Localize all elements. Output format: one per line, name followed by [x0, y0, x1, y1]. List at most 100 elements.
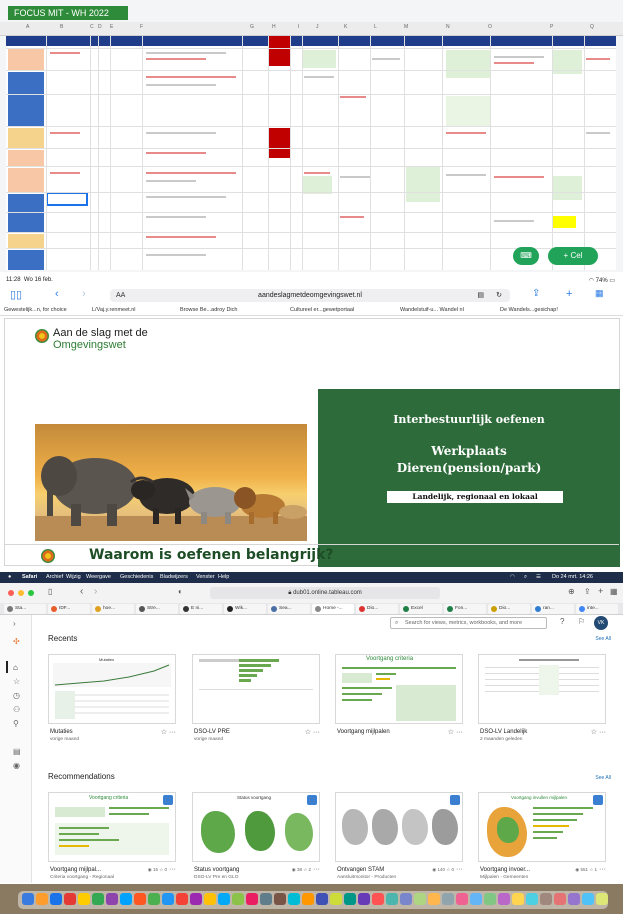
dock-app-icon[interactable]: [246, 893, 258, 905]
dock-app-icon[interactable]: [162, 893, 174, 905]
browser-tab[interactable]: hoe...: [92, 604, 134, 614]
recent-thumbnail[interactable]: Mutaties: [48, 654, 176, 724]
explore-icon[interactable]: ◉: [13, 761, 20, 770]
column-header-e[interactable]: E: [110, 24, 113, 30]
recommendations-icon[interactable]: ⚲: [13, 719, 19, 728]
tableau-logo-icon[interactable]: ✣: [13, 637, 20, 646]
app-menu[interactable]: Safari: [22, 574, 37, 580]
favorite-star-icon[interactable]: ☆: [305, 729, 311, 736]
more-options-icon[interactable]: ···: [169, 729, 176, 736]
recent-thumbnail[interactable]: [478, 654, 606, 724]
more-options-icon[interactable]: ···: [599, 729, 606, 736]
maximize-window-icon[interactable]: [28, 590, 34, 596]
browser-tab[interactable]: Fon...: [444, 604, 486, 614]
back-icon[interactable]: ‹: [55, 288, 59, 300]
menu-venster[interactable]: Venster: [196, 574, 215, 580]
back-icon[interactable]: ‹: [80, 586, 83, 597]
dock-app-icon[interactable]: [302, 893, 314, 905]
dock-app-icon[interactable]: [442, 893, 454, 905]
dock-app-icon[interactable]: [190, 893, 202, 905]
dock-app-icon[interactable]: [456, 893, 468, 905]
favorites-icon[interactable]: ☆: [13, 677, 20, 686]
home-icon[interactable]: ⌂: [13, 663, 18, 672]
dock-app-icon[interactable]: [512, 893, 524, 905]
dock-app-icon[interactable]: [582, 893, 594, 905]
browser-tab[interactable]: inte...: [576, 604, 618, 614]
browser-tab[interactable]: Wik...: [224, 604, 266, 614]
column-header-a[interactable]: A: [26, 24, 29, 30]
favorite-star-icon[interactable]: ☆: [591, 729, 597, 736]
browser-tab[interactable]: Dio...: [488, 604, 530, 614]
favorite-link[interactable]: Browse Be...adroy Dich: [180, 307, 237, 313]
browser-tab[interactable]: Sta...: [4, 604, 46, 614]
collections-icon[interactable]: ▤: [13, 747, 21, 756]
dock-app-icon[interactable]: [176, 893, 188, 905]
dock-app-icon[interactable]: [330, 893, 342, 905]
address-bar[interactable]: 🔒︎ dub01.online.tableau.com: [210, 587, 440, 599]
more-options-icon[interactable]: ···: [313, 729, 320, 736]
dock-app-icon[interactable]: [274, 893, 286, 905]
menu-wijzig[interactable]: Wijzig: [66, 574, 81, 580]
browser-tab[interactable]: Dio...: [356, 604, 398, 614]
dock-app-icon[interactable]: [232, 893, 244, 905]
menu-archief[interactable]: Archief: [46, 574, 63, 580]
browser-tab[interactable]: Sea...: [268, 604, 310, 614]
sidebar-toggle-icon[interactable]: ▯▯: [10, 288, 22, 301]
dock-app-icon[interactable]: [470, 893, 482, 905]
dock-app-icon[interactable]: [22, 893, 34, 905]
recents-icon[interactable]: ◷: [13, 691, 20, 700]
column-header-n[interactable]: N: [446, 24, 450, 30]
column-header-q[interactable]: Q: [590, 24, 594, 30]
browser-tab[interactable]: Home -...: [312, 604, 354, 614]
favorite-link[interactable]: L/Vaj.y.renmeet.nl: [92, 307, 136, 313]
more-options-icon[interactable]: ···: [456, 866, 463, 873]
dock-app-icon[interactable]: [106, 893, 118, 905]
browser-tab[interactable]: IDF...: [48, 604, 90, 614]
minimize-window-icon[interactable]: [18, 590, 24, 596]
dock-app-icon[interactable]: [344, 893, 356, 905]
dock-app-icon[interactable]: [428, 893, 440, 905]
favorite-link[interactable]: Cultureel er...gewetportaal: [290, 307, 354, 313]
recommendation-thumbnail[interactable]: Status voortgang: [192, 792, 320, 862]
dock-app-icon[interactable]: [484, 893, 496, 905]
column-header-p[interactable]: P: [550, 24, 553, 30]
dock-app-icon[interactable]: [260, 893, 272, 905]
more-options-icon[interactable]: ···: [169, 866, 176, 873]
column-header-j[interactable]: J: [316, 24, 319, 30]
dock-app-icon[interactable]: [414, 893, 426, 905]
new-tab-icon[interactable]: +: [566, 288, 572, 300]
recommendation-thumbnail[interactable]: Voortgang invullen mijlpalen: [478, 792, 606, 862]
card-title[interactable]: Ontvangen STAM: [337, 867, 384, 873]
more-options-icon[interactable]: ···: [313, 866, 320, 873]
add-cell-button[interactable]: + Cel: [548, 247, 598, 265]
browser-tab[interactable]: Excel: [400, 604, 442, 614]
browser-tab[interactable]: ran...: [532, 604, 574, 614]
column-header-d[interactable]: D: [98, 24, 102, 30]
card-title[interactable]: Mutaties: [50, 729, 73, 735]
column-header-c[interactable]: C: [90, 24, 94, 30]
dock-app-icon[interactable]: [316, 893, 328, 905]
dock-app-icon[interactable]: [218, 893, 230, 905]
apple-menu-icon[interactable]: ●: [8, 574, 11, 580]
favorite-star-icon[interactable]: ☆: [448, 729, 454, 736]
dock-app-icon[interactable]: [36, 893, 48, 905]
dock-app-icon[interactable]: [498, 893, 510, 905]
tabs-overview-icon[interactable]: ▦: [595, 288, 604, 299]
favorite-star-icon[interactable]: ☆: [446, 867, 450, 872]
sheet-grid[interactable]: [6, 36, 616, 270]
card-title[interactable]: Voortgang invoer...: [480, 867, 530, 873]
text-size-button[interactable]: AA: [116, 289, 125, 302]
dock-app-icon[interactable]: [78, 893, 90, 905]
help-icon[interactable]: ?: [560, 617, 564, 626]
column-header-i[interactable]: I: [298, 24, 299, 30]
recents-see-all-link[interactable]: See All: [595, 636, 611, 642]
recommendation-thumbnail[interactable]: Voortgang criteria: [48, 792, 176, 862]
forward-icon[interactable]: ›: [94, 586, 97, 597]
expand-sidebar-icon[interactable]: ›: [13, 619, 16, 628]
dock-app-icon[interactable]: [540, 893, 552, 905]
share-icon[interactable]: ⇪: [584, 587, 591, 596]
shared-icon[interactable]: ⚇: [13, 705, 20, 714]
favorite-link[interactable]: Wandelstuif-u... Wandel nl: [400, 307, 464, 313]
dock-app-icon[interactable]: [554, 893, 566, 905]
column-header-b[interactable]: B: [60, 24, 63, 30]
